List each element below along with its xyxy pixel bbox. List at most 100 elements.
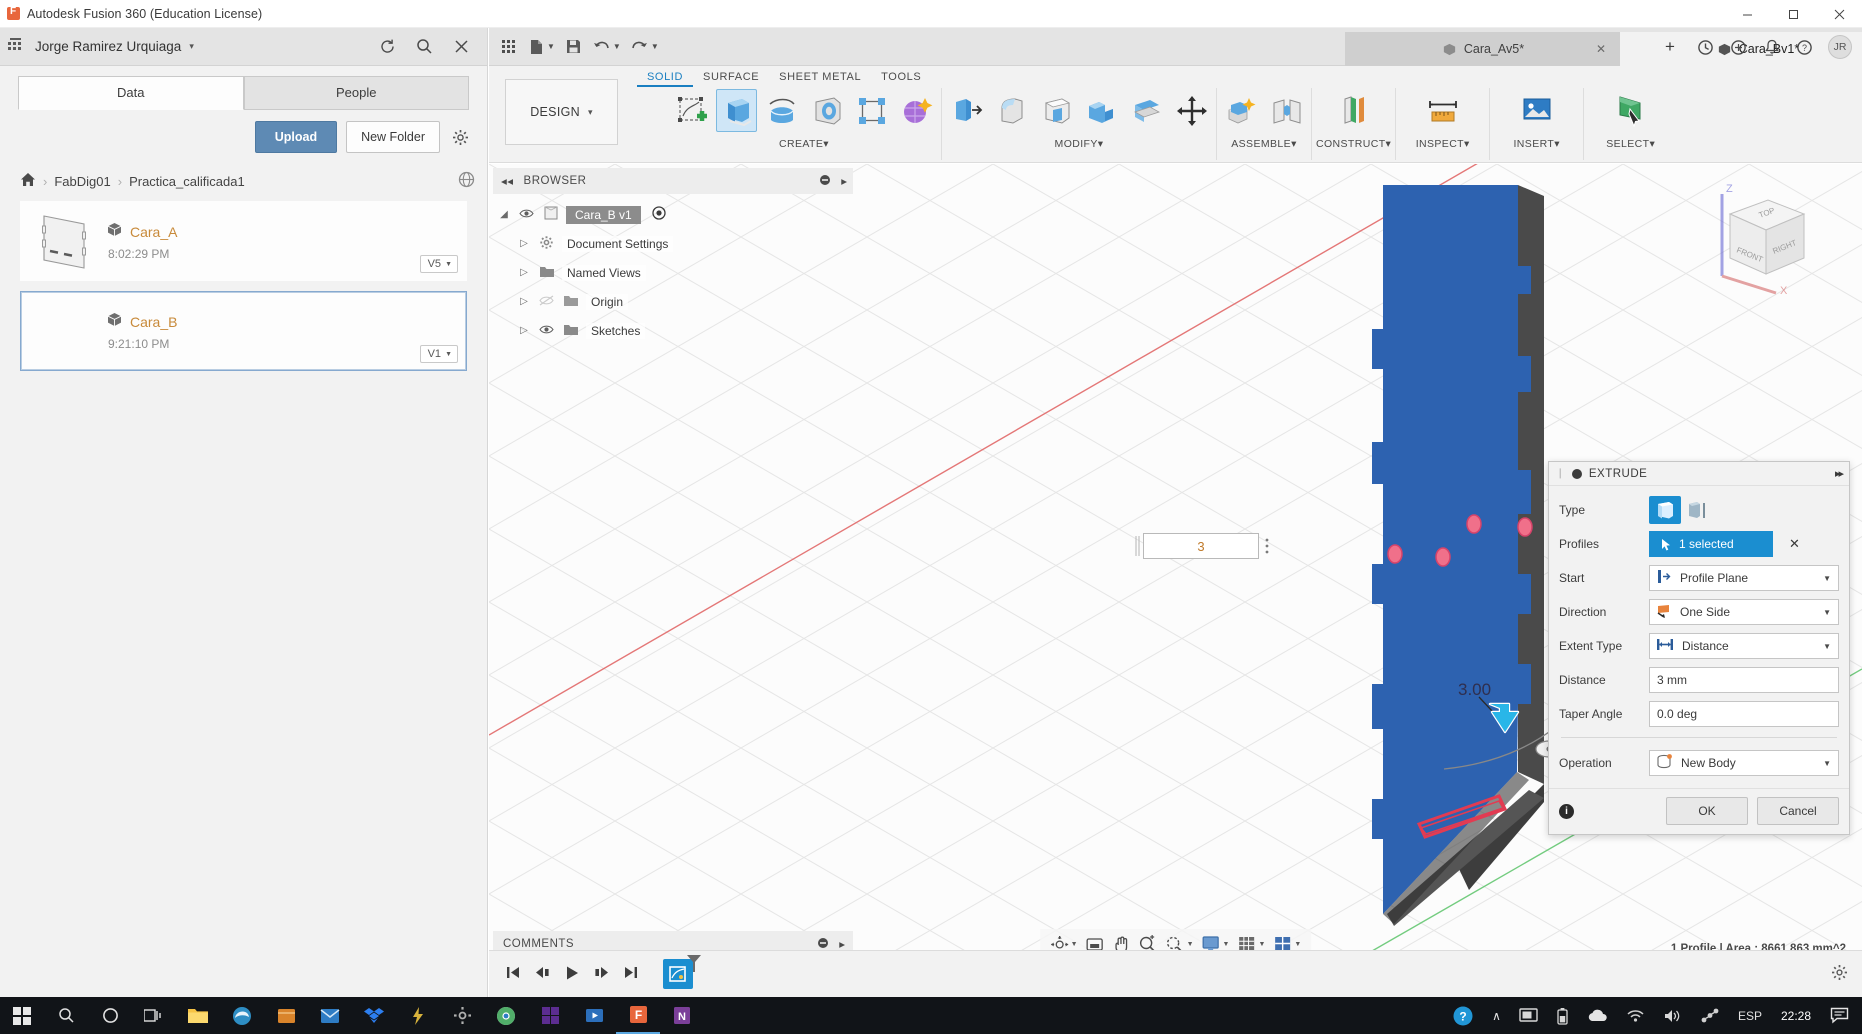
move-copy-icon[interactable] (1171, 89, 1212, 132)
app-grid-icon[interactable] (8, 38, 26, 53)
close-data-panel-icon[interactable] (452, 37, 471, 56)
extrude-dialog[interactable]: ❘ EXTRUDE ▸▸ Type Profiles 1 selected ✕ … (1548, 461, 1850, 835)
start-dropdown[interactable]: Profile Plane ▼ (1649, 565, 1839, 591)
tree-node-document-settings[interactable]: ▷ Document Settings (493, 229, 853, 258)
close-icon[interactable]: ✕ (1596, 42, 1606, 56)
cortana-circle-icon[interactable] (88, 997, 132, 1034)
chevron-down-icon[interactable]: ▼ (651, 42, 659, 51)
browser-options-icon[interactable] (819, 174, 831, 189)
ribbon-group-label[interactable]: CREATE▾ (779, 138, 829, 150)
new-tab-button[interactable]: + (1658, 37, 1682, 57)
task-view-icon[interactable] (132, 997, 176, 1034)
taskbar-app-flash-icon[interactable] (396, 997, 440, 1034)
extent-type-dropdown[interactable]: Distance ▼ (1649, 633, 1839, 659)
battery-icon[interactable] (1547, 997, 1578, 1034)
gear-icon[interactable] (449, 126, 471, 148)
press-pull-icon[interactable] (946, 89, 987, 132)
undo-icon[interactable] (589, 34, 615, 60)
list-item[interactable]: Cara_B 9:21:10 PM V1 ▼ (20, 291, 467, 371)
close-window-button[interactable] (1816, 0, 1862, 28)
ribbon-group-label[interactable]: ASSEMBLE▾ (1231, 138, 1296, 150)
chevron-down-icon[interactable]: ▼ (1823, 759, 1831, 768)
dimension-input-menu-icon[interactable] (1259, 533, 1275, 559)
maximize-button[interactable] (1770, 0, 1816, 28)
tab-data[interactable]: Data (18, 76, 244, 110)
tab-people[interactable]: People (243, 76, 469, 110)
offset-plane-icon[interactable] (1333, 88, 1374, 131)
thin-extrude-icon[interactable] (1681, 496, 1713, 524)
joint-icon[interactable] (1266, 89, 1307, 132)
taskbar-app-edge-browser-icon[interactable] (220, 997, 264, 1034)
search-icon[interactable] (415, 37, 434, 56)
network-icon[interactable] (1691, 997, 1729, 1034)
distance-input[interactable]: 3 mm (1649, 667, 1839, 693)
new-folder-button[interactable]: New Folder (346, 121, 440, 153)
chevron-down-icon[interactable]: ▼ (1823, 608, 1831, 617)
tab-sheet-metal[interactable]: SHEET METAL (769, 68, 871, 87)
user-name-label[interactable]: Jorge Ramirez Urquiaga (35, 39, 181, 54)
list-item[interactable]: Cara_A 8:02:29 PM V5 ▼ (20, 201, 467, 281)
sweep-icon[interactable] (806, 89, 847, 132)
language-indicator[interactable]: ESP (1729, 997, 1771, 1034)
select-icon[interactable] (1610, 88, 1651, 131)
revolve-icon[interactable] (761, 89, 802, 132)
view-cube[interactable]: Z X TOP FRONT RIGHT (1690, 176, 1840, 301)
chevron-down-icon[interactable]: ▼ (1823, 574, 1831, 583)
step-forward-icon[interactable] (593, 965, 610, 983)
chevron-down-icon[interactable]: ▼ (613, 42, 621, 51)
taskbar-app-file-explorer-icon[interactable] (176, 997, 220, 1034)
shell-icon[interactable] (1036, 89, 1077, 132)
dimension-input-field[interactable]: 3 (1143, 533, 1259, 559)
expand-arrow-icon[interactable]: ▷ (517, 296, 531, 307)
onedrive-icon[interactable] (1578, 997, 1617, 1034)
cancel-button[interactable]: Cancel (1757, 797, 1839, 825)
tab-surface[interactable]: SURFACE (693, 68, 769, 87)
visibility-eye-icon[interactable] (538, 324, 555, 338)
jump-to-end-icon[interactable] (623, 965, 639, 983)
question-circle-icon[interactable]: ? (1443, 997, 1483, 1034)
taskbar-app-dropbox-icon[interactable] (352, 997, 396, 1034)
home-icon[interactable] (20, 172, 36, 190)
notifications-bell-icon[interactable] (1762, 38, 1781, 57)
history-icon[interactable] (1696, 38, 1715, 57)
redo-icon[interactable] (627, 34, 653, 60)
chevron-down-icon[interactable]: ▼ (1071, 941, 1078, 948)
action-center-icon[interactable] (1821, 997, 1858, 1034)
profiles-selection-button[interactable]: 1 selected (1649, 531, 1773, 557)
dialog-grip-icon[interactable]: ❘ (1556, 468, 1565, 479)
avatar[interactable]: JR (1828, 35, 1852, 59)
document-tab-cara-a[interactable]: Cara_Av5* ✕ (1345, 32, 1620, 66)
ribbon-group-label[interactable]: SELECT▾ (1606, 138, 1655, 150)
help-icon[interactable]: ? (1795, 38, 1814, 57)
chevron-down-icon[interactable]: ▼ (1294, 941, 1301, 948)
expand-dialog-icon[interactable]: ▸▸ (1835, 467, 1844, 480)
taskbar-app-mail-icon[interactable] (308, 997, 352, 1034)
create-form-icon[interactable] (896, 89, 937, 132)
ok-button[interactable]: OK (1666, 797, 1748, 825)
timeline-feature-sketch[interactable] (663, 955, 701, 989)
taskbar-app-video-app-icon[interactable] (572, 997, 616, 1034)
ribbon-group-label[interactable]: INSPECT▾ (1416, 138, 1470, 150)
pattern-icon[interactable] (851, 89, 892, 132)
step-back-icon[interactable] (534, 965, 551, 983)
direction-dropdown[interactable]: One Side ▼ (1649, 599, 1839, 625)
save-icon[interactable] (561, 34, 587, 60)
tree-node-named-views[interactable]: ▷ Named Views (493, 258, 853, 287)
combine-icon[interactable] (1081, 89, 1122, 132)
expand-arrow-icon[interactable]: ▷ (517, 238, 531, 249)
extrude-icon[interactable] (716, 89, 757, 132)
workspace-switcher-button[interactable]: DESIGN ▾ (505, 79, 618, 145)
chevron-down-icon[interactable]: ▾ (189, 41, 194, 52)
dimension-input-group[interactable]: 3 (1133, 533, 1275, 559)
clear-selection-icon[interactable]: ✕ (1789, 536, 1800, 552)
display-icon[interactable] (1510, 997, 1547, 1034)
chevron-down-icon[interactable]: ▼ (1823, 642, 1831, 651)
system-clock[interactable]: 22:28 (1771, 1009, 1821, 1023)
upload-button[interactable]: Upload (254, 121, 338, 153)
create-sketch-icon[interactable] (671, 89, 712, 132)
chevron-down-icon[interactable]: ▼ (547, 42, 555, 51)
fillet-icon[interactable] (991, 89, 1032, 132)
tree-node-sketches[interactable]: ▷ Sketches (493, 316, 853, 345)
tab-solid[interactable]: SOLID (637, 68, 694, 87)
breadcrumb-item-fabdig01[interactable]: FabDig01 (54, 174, 110, 189)
